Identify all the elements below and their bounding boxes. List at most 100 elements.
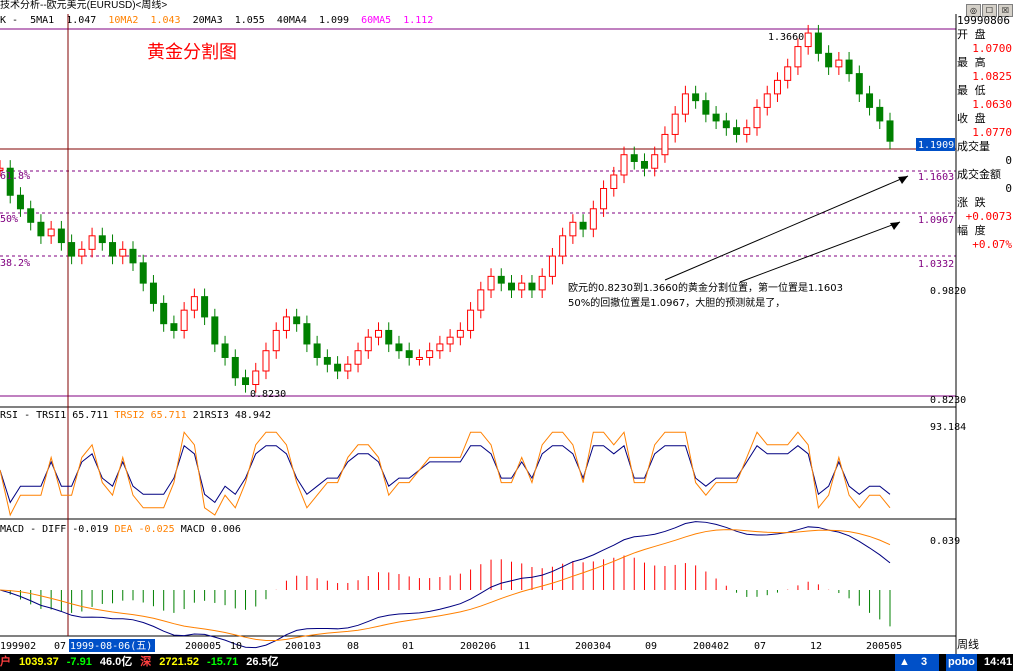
candle-body [231, 356, 239, 379]
candle-body [303, 323, 311, 345]
macd-legend: MACD - DIFF -0.019 DEA -0.025 MACD 0.006 [0, 524, 241, 535]
macd-dea-line [0, 529, 891, 642]
x-axis-label: 200103 [285, 641, 321, 652]
candle-body [323, 356, 331, 365]
candle-body [651, 154, 659, 169]
info-label-6: 涨 跌 [957, 196, 986, 209]
candle-body [477, 289, 485, 311]
brand-logo: pobo [946, 654, 977, 671]
x-axis-label: 200005 [185, 641, 221, 652]
price-label-1: 1.1603 [918, 172, 954, 183]
candle-body [252, 370, 260, 386]
info-panel: 19990806 开 盘 1.0700 最 高 1.0825 最 低 1.0630 收 盘1… [957, 14, 1013, 254]
fib-382-label: 38.2% [0, 258, 30, 269]
candle-body [589, 208, 597, 230]
status-item: -15.71 [207, 656, 239, 668]
candle-body [712, 113, 720, 122]
candle-body [681, 93, 689, 115]
candle-body [814, 32, 822, 54]
candle-body [37, 221, 45, 237]
candle-body [446, 336, 454, 345]
candle-body [722, 120, 730, 129]
candle-body [16, 194, 24, 210]
candle-body [784, 66, 792, 81]
status-item: 26.5亿 [246, 656, 279, 668]
candle-body [773, 79, 781, 95]
candle-body [507, 282, 515, 291]
candle-body [27, 208, 35, 223]
candle-body [160, 302, 168, 325]
candle-body [0, 167, 4, 171]
candle-body [692, 93, 700, 102]
annotation-arrowhead-2 [890, 222, 900, 230]
candle-body [170, 323, 178, 331]
status-item: -7.91 [66, 656, 92, 668]
candle-body [242, 377, 250, 386]
rsi-axis-label: 93.184 [930, 422, 966, 433]
candle-body [375, 329, 383, 338]
price-label-current: 1.1909 [918, 140, 954, 151]
info-value-0: 1.0700 [972, 42, 1012, 55]
candle-body [364, 336, 372, 352]
candle-body [415, 356, 423, 360]
candle-body [395, 343, 403, 352]
annotation-arrow-2 [739, 221, 901, 283]
candle-body [190, 296, 198, 311]
fib-50-label: 50% [0, 214, 18, 225]
candle-body [262, 350, 270, 372]
candle-body [579, 221, 587, 230]
candle-body [671, 113, 679, 135]
high-label: 1.3660 [768, 32, 804, 43]
status-item: 46.0亿 [99, 656, 133, 668]
x-axis-label: 09 [645, 641, 657, 652]
candle-body [334, 363, 342, 372]
candle-body [149, 282, 157, 304]
status-item: 1039.37 [19, 656, 59, 668]
x-axis-label: 10 [230, 641, 242, 652]
info-label-0: 开 盘 [957, 28, 986, 41]
chart-canvas[interactable]: 黄金分割图 1.3660 0.8230 61.8% 50% 38.2% 1.19… [0, 0, 1013, 654]
info-label-1: 最 高 [957, 56, 986, 69]
candle-body [88, 235, 96, 250]
x-axis-label: 199902 [0, 641, 36, 652]
candle-body [610, 174, 618, 190]
x-axis-label: 07 [54, 641, 66, 652]
candle-body [569, 221, 577, 237]
info-value-3: 1.0770 [972, 126, 1012, 139]
low-label: 0.8230 [250, 389, 286, 400]
candle-body [467, 309, 475, 331]
candle-body [825, 52, 833, 68]
candle-body [548, 255, 556, 277]
candle-body [129, 248, 137, 264]
candle-body [538, 275, 546, 291]
x-axis-label: 200402 [693, 641, 729, 652]
candle-body [855, 73, 863, 95]
info-value-5: 0 [1005, 182, 1012, 195]
x-axis-label: 12 [810, 641, 822, 652]
macd-axis-label: 0.039 [930, 536, 960, 547]
x-axis-label: 200206 [460, 641, 496, 652]
x-axis-label: 1999-08-06(五) [70, 641, 152, 652]
candle-body [385, 329, 393, 345]
candle-body [886, 120, 894, 142]
price-label-5: 0.8230 [930, 395, 966, 406]
x-axis-label: 11 [518, 641, 530, 652]
candle-body [763, 93, 771, 108]
fib-618-label: 61.8% [0, 171, 30, 182]
candle-body [876, 106, 884, 122]
candle-body [313, 343, 321, 358]
price-label-2: 1.0967 [918, 215, 954, 226]
alert-badge[interactable]: ▲ 3 [895, 654, 940, 671]
x-axis-label: 07 [754, 641, 766, 652]
rsi-legend: RSI - TRSI1 65.711 TRSI2 65.711 21RSI3 4… [0, 410, 271, 421]
candle-body [272, 329, 280, 352]
candle-body [753, 106, 761, 129]
x-axis-label: 200505 [866, 641, 902, 652]
candle-body [620, 154, 628, 176]
candle-body [518, 282, 526, 291]
status-item: 2721.52 [159, 656, 200, 668]
candle-body [804, 32, 812, 48]
info-value-2: 1.0630 [972, 98, 1012, 111]
info-label-2: 最 低 [957, 84, 986, 97]
candle-body [211, 316, 219, 345]
